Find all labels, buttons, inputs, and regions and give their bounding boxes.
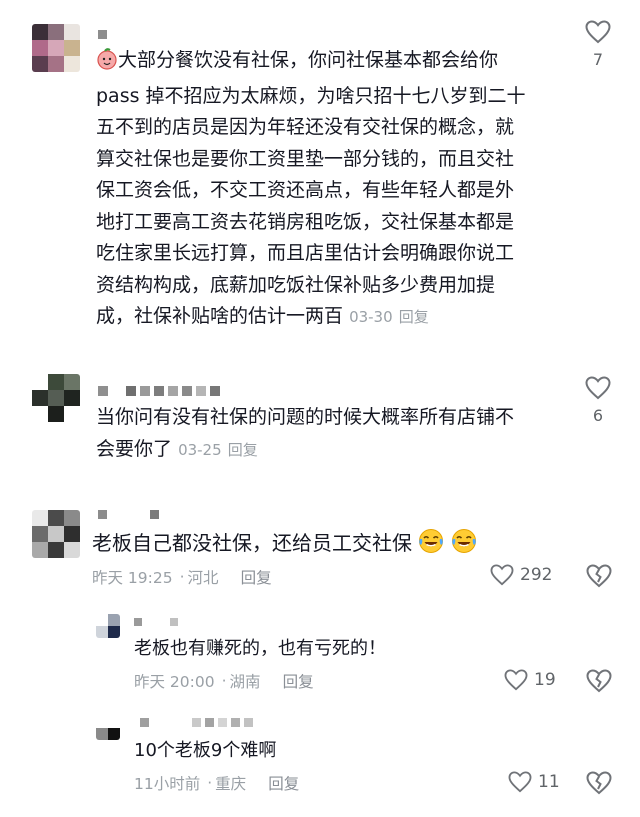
like-button[interactable]: 6 bbox=[584, 376, 612, 425]
username-blurred[interactable] bbox=[98, 386, 220, 396]
like-count: 292 bbox=[520, 565, 553, 585]
reply-time: 11小时前 bbox=[134, 775, 201, 793]
comment-line-1: 当你问有没有社保的问题的时候大概率所有店铺不 bbox=[96, 406, 515, 428]
reply-button[interactable]: 回复 bbox=[283, 670, 314, 692]
reply-meta: 11小时前 · 重庆 回复 bbox=[134, 772, 299, 794]
broken-heart-icon bbox=[586, 564, 612, 588]
comment-line-1: 大部分餐饮没有社保，你问社保基本都会给你 bbox=[96, 45, 556, 81]
meta-separator: · bbox=[221, 672, 227, 690]
reply-button[interactable]: 回复 bbox=[399, 308, 429, 326]
avatar[interactable] bbox=[96, 716, 120, 740]
comment-line-4: 算交社保也是要你工资里垫一部分钱的，而且交社 bbox=[96, 147, 515, 170]
like-count: 6 bbox=[592, 406, 604, 425]
dislike-button[interactable] bbox=[586, 771, 612, 799]
reply-button[interactable]: 回复 bbox=[228, 441, 258, 459]
broken-heart-icon bbox=[586, 771, 612, 795]
comment-line-3: 五不到的店员是因为年轻还没有交社保的概念，就 bbox=[96, 116, 515, 138]
avatar[interactable] bbox=[32, 510, 80, 558]
comment-text: 大部分餐饮没有社保，你问社保基本都会给你 pass 掉不招应为太麻烦，为啥只招十… bbox=[96, 45, 556, 334]
heart-outline-icon bbox=[585, 20, 611, 44]
username-blurred[interactable] bbox=[98, 30, 107, 39]
meta-separator: · bbox=[179, 568, 185, 586]
comment-1: 大部分餐饮没有社保，你问社保基本都会给你 pass 掉不招应为太麻烦，为啥只招十… bbox=[0, 0, 640, 350]
comment-text: 当你问有没有社保的问题的时候大概率所有店铺不 会要你了 03-25 回复 bbox=[96, 402, 556, 466]
comment-line-9: 成，社保补贴啥的估计一两百 03-30 回复 bbox=[96, 305, 429, 327]
comment-date: 03-25 bbox=[178, 440, 222, 459]
broken-heart-icon bbox=[586, 669, 612, 693]
reply-text: 老板也有赚死的，也有亏死的！ bbox=[134, 638, 386, 659]
heart-outline-icon bbox=[508, 771, 532, 793]
heart-outline-icon bbox=[504, 669, 528, 691]
like-button[interactable]: 11 bbox=[508, 771, 560, 793]
avatar[interactable] bbox=[96, 614, 120, 638]
reply-text: 10个老板9个难啊 bbox=[134, 740, 277, 761]
avatar[interactable] bbox=[32, 374, 80, 422]
comment-meta: 昨天 19:25 · 河北 回复 bbox=[92, 566, 272, 588]
comment-line-2: 会要你了 03-25 回复 bbox=[96, 437, 258, 460]
avatar[interactable] bbox=[32, 24, 80, 72]
comment-text: 老板自己都没社保，还给员工交社保 bbox=[92, 528, 522, 564]
username-blurred[interactable] bbox=[140, 718, 253, 727]
like-button[interactable]: 292 bbox=[490, 564, 552, 586]
reply-meta: 昨天 20:00 · 湖南 回复 bbox=[134, 670, 314, 692]
comment-line-5: 保工资会低，不交工资还高点，有些年轻人都是外 bbox=[96, 179, 515, 201]
reply-2: 10个老板9个难啊 11小时前 · 重庆 回复 11 bbox=[0, 708, 640, 808]
comment-line-6: 地打工要高工资去花销房租吃饭，交社保基本都是 bbox=[96, 210, 515, 233]
like-count: 11 bbox=[538, 772, 560, 792]
reply-location: 重庆 bbox=[215, 775, 247, 793]
comment-time: 昨天 19:25 bbox=[92, 569, 173, 587]
comment-date: 03-30 bbox=[349, 308, 393, 326]
heart-outline-icon bbox=[585, 376, 611, 400]
comment-line-8: 资结构构成，底薪加吃饭社保补贴多少费用加提 bbox=[96, 273, 496, 296]
reply-location: 湖南 bbox=[229, 673, 261, 691]
like-count: 7 bbox=[592, 50, 604, 69]
like-button[interactable]: 7 bbox=[584, 20, 612, 69]
heart-outline-icon bbox=[490, 564, 514, 586]
like-button[interactable]: 19 bbox=[504, 669, 556, 691]
peach-face-sticker-icon bbox=[96, 48, 118, 81]
reply-button[interactable]: 回复 bbox=[268, 772, 299, 794]
username-blurred[interactable] bbox=[134, 618, 178, 626]
reply-1: 老板也有赚死的，也有亏死的！ 昨天 20:00 · 湖南 回复 19 bbox=[0, 606, 640, 702]
comment-location: 河北 bbox=[187, 569, 219, 587]
reply-button[interactable]: 回复 bbox=[241, 566, 272, 588]
dislike-button[interactable] bbox=[586, 669, 612, 697]
face-with-tears-of-joy-icon bbox=[418, 528, 444, 564]
like-count: 19 bbox=[534, 670, 556, 690]
username-blurred[interactable] bbox=[98, 510, 159, 519]
comment-3: 老板自己都没社保，还给员工交社保 昨天 19:25 · 河北 回复 292 bbox=[0, 500, 640, 600]
dislike-button[interactable] bbox=[586, 564, 612, 592]
face-with-tears-of-joy-icon bbox=[451, 528, 477, 564]
reply-time: 昨天 20:00 bbox=[134, 673, 215, 691]
comment-line-7: 吃住家里长远打算，而且店里估计会明确跟你说工 bbox=[96, 242, 515, 264]
meta-separator: · bbox=[207, 774, 213, 792]
comment-line-2: pass 掉不招应为太麻烦，为啥只招十七八岁到二十 bbox=[96, 84, 526, 107]
comment-2: 当你问有没有社保的问题的时候大概率所有店铺不 会要你了 03-25 回复 6 bbox=[0, 360, 640, 470]
